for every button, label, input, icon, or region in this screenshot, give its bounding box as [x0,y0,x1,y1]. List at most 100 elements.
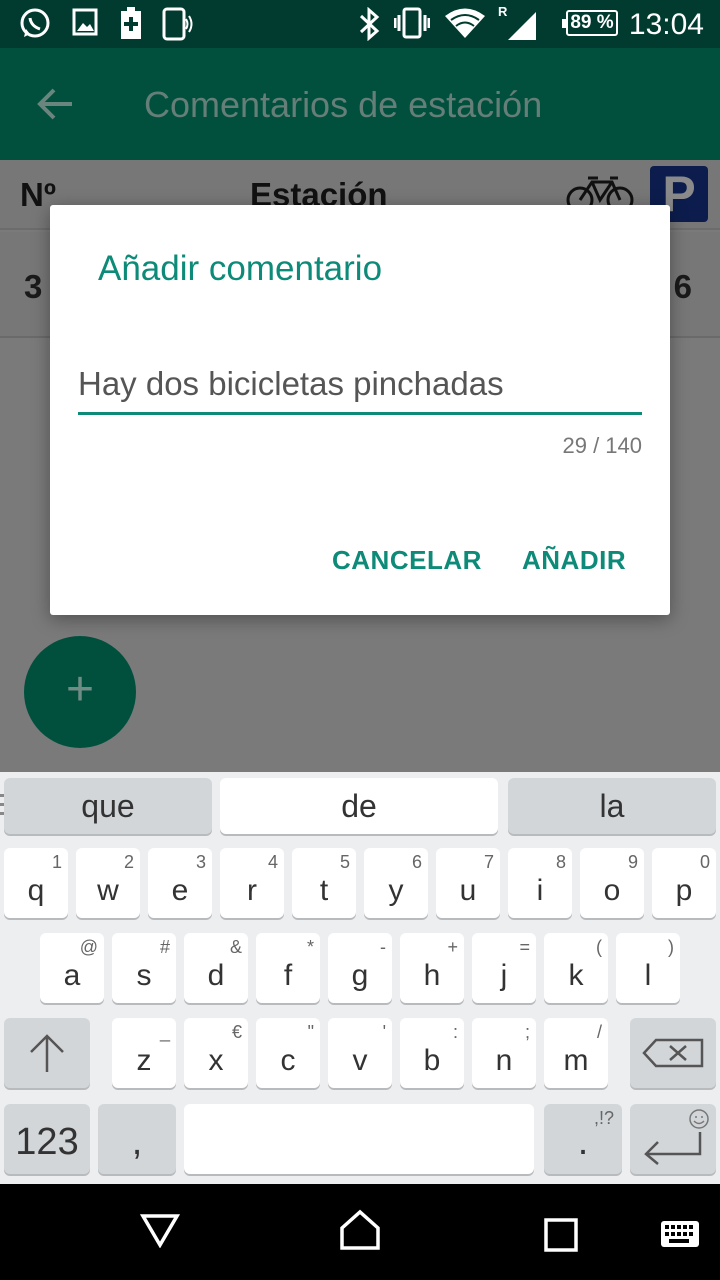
key-secondary-label: 5 [339,852,350,872]
key-secondary-label: 1 [51,852,62,872]
key-l[interactable]: ) l [616,933,680,1003]
shift-arrow-icon [30,1034,64,1072]
recents-nav-icon[interactable] [544,1218,578,1252]
bluetooth-icon [359,7,380,41]
home-nav-icon[interactable] [338,1208,382,1252]
comment-input[interactable] [78,365,642,403]
key-secondary-label: - [380,937,386,957]
key-label: z [136,1044,152,1077]
key-g[interactable]: -g [328,933,392,1003]
key-s[interactable]: # s [112,933,176,1003]
key-secondary-label: ' [382,1022,386,1042]
clock: 13:04 [628,8,704,41]
key-secondary-label: = [519,937,530,957]
key-secondary-label: 9 [627,852,638,872]
key-u[interactable]: 7u [436,848,500,918]
suggestion-3[interactable]: la [508,778,716,834]
key-label: e [171,874,189,907]
key-i[interactable]: 8i [508,848,572,918]
add-comment-fab[interactable]: + [24,636,136,748]
navigation-bar [0,1184,720,1280]
backspace-icon [642,1038,704,1068]
suggestion-2[interactable]: de [220,778,498,834]
key-c[interactable]: " c [256,1018,320,1088]
comment-input-container [78,355,642,415]
key-label: a [63,959,81,992]
back-nav-icon[interactable] [140,1212,180,1248]
key-secondary-label: 7 [483,852,494,872]
key-o[interactable]: 9o [580,848,644,918]
signal-icon [508,12,536,40]
key-label: i [536,874,544,907]
key-a[interactable]: @ a [40,933,104,1003]
key-w[interactable]: 2w [76,848,140,918]
image-icon [72,8,98,36]
key-label: j [500,959,508,992]
period-key[interactable]: ,!? . [544,1104,622,1174]
key-label: o [603,874,621,907]
key-e[interactable]: 3e [148,848,212,918]
key-label: t [319,874,329,907]
key-label: w [97,874,119,907]
key-secondary-label: 8 [555,852,566,872]
key-m[interactable]: / m [544,1018,608,1088]
shift-key[interactable] [4,1018,90,1088]
row-number: 3 [24,268,43,305]
key-label: p [675,874,693,907]
numbers-key-label: 123 [15,1121,79,1163]
key-b[interactable]: :b [400,1018,464,1088]
key-t[interactable]: 5t [292,848,356,918]
battery-indicator: 89 % [562,10,618,36]
key-label: b [423,1044,441,1077]
key-z[interactable]: _ z [112,1018,176,1088]
character-counter: 29 / 140 [562,433,642,458]
key-p[interactable]: 0p [652,848,716,918]
backspace-key[interactable] [630,1018,716,1088]
key-k[interactable]: (k [544,933,608,1003]
key-label: h [423,959,441,992]
key-f[interactable]: * f [256,933,320,1003]
key-secondary-label: 3 [195,852,206,872]
status-bar: R 89 % 13:04 [0,0,720,48]
key-n[interactable]: ; n [472,1018,536,1088]
key-y[interactable]: 6y [364,848,428,918]
key-secondary-label: 0 [699,852,710,872]
key-label: x [208,1044,224,1077]
comma-key[interactable]: , [98,1104,176,1174]
key-secondary-label: : [452,1022,458,1042]
suggestion-1[interactable]: que [4,778,212,834]
key-d[interactable]: & d [184,933,248,1003]
key-label: r [247,874,257,907]
key-r[interactable]: 4r [220,848,284,918]
back-arrow-icon[interactable] [36,84,76,124]
enter-key[interactable] [630,1104,716,1174]
app-toolbar: Comentarios de estación [0,48,720,160]
battery-saver-icon [121,7,141,39]
key-secondary-label: # [159,937,170,957]
add-button[interactable]: AÑADIR [522,545,626,576]
numbers-key[interactable]: 123 [4,1104,90,1174]
comma-key-label: , [131,1121,143,1163]
space-key[interactable] [184,1104,534,1174]
cancel-button[interactable]: CANCELAR [332,545,482,576]
keyboard-switch-icon[interactable] [660,1220,700,1248]
key-v[interactable]: ' v [328,1018,392,1088]
key-secondary-label: 2 [123,852,134,872]
key-label: n [495,1044,513,1077]
key-label: d [207,959,225,992]
key-h[interactable]: + h [400,933,464,1003]
soft-keyboard: que de la 1q2w3e4r5t6y7u8i9o0p @ a # s & d * f -… [0,772,720,1184]
vibrate-icon [394,7,430,39]
key-j[interactable]: = j [472,933,536,1003]
key-x[interactable]: € x [184,1018,248,1088]
key-label: y [388,874,404,907]
screen: R 89 % 13:04 Comentarios de estación Nº … [0,0,720,1280]
key-label: f [283,959,293,992]
key-secondary-label: ; [524,1022,530,1042]
key-secondary-label: 4 [267,852,278,872]
key-secondary-label: * [306,937,314,957]
key-q[interactable]: 1q [4,848,68,918]
key-secondary-label: & [229,937,242,957]
period-key-label: . [577,1121,589,1163]
key-secondary-label: + [447,937,458,957]
